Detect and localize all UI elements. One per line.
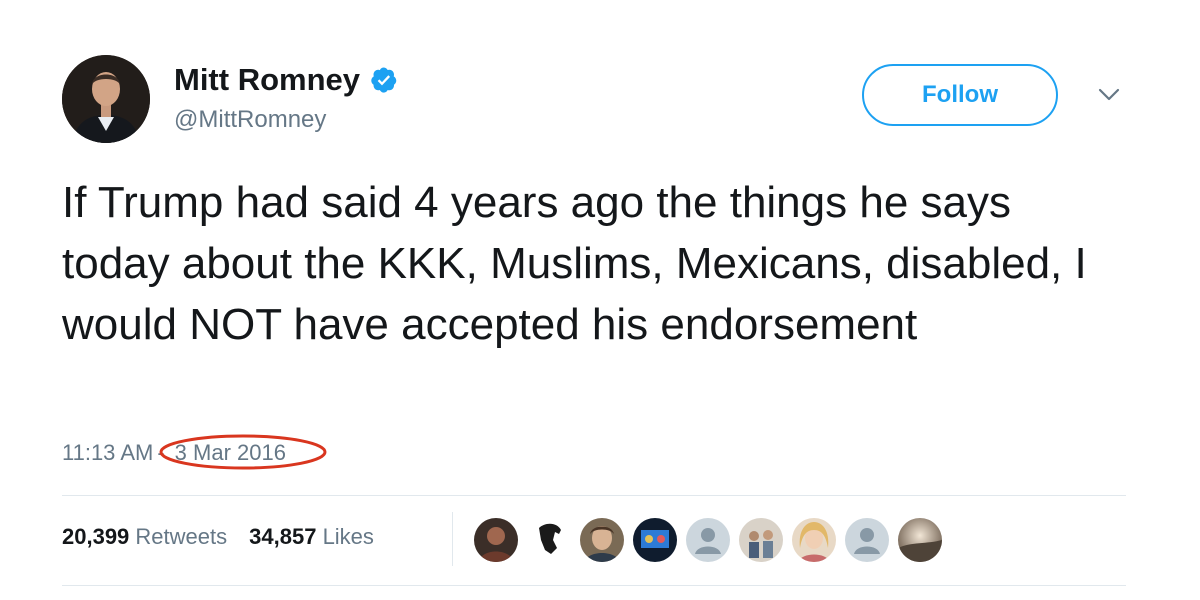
- verified-badge-icon: [370, 66, 398, 94]
- retweets-label[interactable]: Retweets: [135, 524, 227, 549]
- likes-stat[interactable]: 34,857 Likes: [249, 524, 374, 550]
- author-name-text[interactable]: Mitt Romney: [174, 62, 360, 98]
- liker-avatar[interactable]: [633, 518, 677, 562]
- author-handle[interactable]: @MittRomney: [174, 106, 326, 134]
- default-avatar-icon[interactable]: [686, 518, 730, 562]
- divider-top: [62, 495, 1126, 496]
- tweet-time[interactable]: 11:13 AM: [62, 440, 153, 466]
- author-name[interactable]: Mitt Romney: [174, 62, 398, 98]
- retweets-count[interactable]: 20,399: [62, 524, 129, 549]
- tweet-card: Mitt Romney @MittRomney Follow If Trump …: [0, 0, 1200, 600]
- likes-label[interactable]: Likes: [323, 524, 374, 549]
- tweet-date[interactable]: 3 Mar 2016: [159, 434, 327, 470]
- tweet-stats: 20,399 Retweets 34,857 Likes: [62, 524, 396, 550]
- author-avatar[interactable]: [62, 55, 150, 143]
- liker-avatar[interactable]: [474, 518, 518, 562]
- tweet-date-text[interactable]: 3 Mar 2016: [175, 440, 286, 465]
- tweet-timestamp[interactable]: 11:13 AM - 3 Mar 2016: [62, 434, 327, 470]
- tweet-text: If Trump had said 4 years ago the things…: [62, 178, 1087, 349]
- likes-count[interactable]: 34,857: [249, 524, 316, 549]
- liker-avatars: [474, 518, 951, 562]
- liker-avatar[interactable]: [739, 518, 783, 562]
- liker-avatar[interactable]: [527, 518, 571, 562]
- retweets-stat[interactable]: 20,399 Retweets: [62, 524, 227, 550]
- stats-separator: [452, 512, 453, 566]
- timestamp-separator: -: [157, 440, 165, 465]
- follow-button[interactable]: Follow: [862, 64, 1058, 126]
- liker-avatar[interactable]: [898, 518, 942, 562]
- divider-bottom: [62, 585, 1126, 586]
- liker-avatar[interactable]: [580, 518, 624, 562]
- chevron-down-icon[interactable]: [1098, 88, 1120, 102]
- default-avatar-icon[interactable]: [845, 518, 889, 562]
- liker-avatar[interactable]: [792, 518, 836, 562]
